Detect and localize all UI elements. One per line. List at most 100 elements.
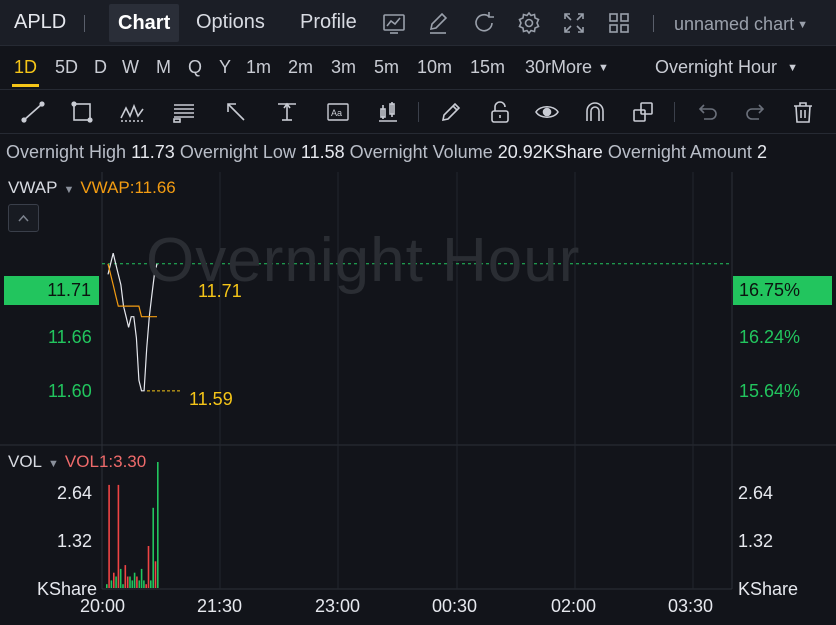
caret-down-icon: ▼ [598,62,609,74]
refresh-icon[interactable] [471,10,497,36]
chevron-up-icon [18,214,29,222]
layout-icon[interactable] [606,10,632,36]
volume-bar [106,584,108,588]
y-axis-percent-label: 15.64% [739,381,801,401]
volume-axis-label: 1.32 [738,531,774,551]
volume-bar [133,572,136,588]
high-label: Overnight High [6,142,127,162]
caret-down-icon: ▼ [787,62,798,74]
caret-down-icon[interactable]: ▼ [63,184,74,196]
fullscreen-icon[interactable] [561,10,587,36]
volume-bar [143,580,145,588]
volume-bar [138,580,141,588]
timeframe-5d[interactable]: 5D [55,57,78,78]
toolbar-divider [674,102,675,122]
timeframe-y[interactable]: Y [219,57,231,78]
caret-down-icon: ▼ [797,19,808,31]
x-axis-label: 23:00 [315,596,361,616]
rectangle-icon[interactable] [69,99,95,125]
volume-bar [124,565,127,588]
current-percent-tag: 16.75% [733,276,832,305]
timeframe-1m[interactable]: 1m [246,57,271,78]
tab-chart[interactable]: Chart [109,4,180,42]
vol-value: VOL1:3.30 [64,452,147,471]
volume-axis-label: 2.64 [57,483,93,503]
more-timeframes-dropdown[interactable]: More ▼ [551,57,609,78]
magnet-icon[interactable] [582,99,608,125]
timeframe-m[interactable]: M [156,57,171,78]
lock-icon[interactable] [487,99,513,125]
settings-icon[interactable] [516,10,542,36]
session-label: Overnight Hour [655,57,778,77]
pattern-icon[interactable] [119,99,145,125]
tab-profile[interactable]: Profile [300,11,357,34]
volume-bar [119,568,122,588]
vwap-value: VWAP:11.66 [80,178,176,197]
vwap-legend[interactable]: VWAP ▼ VWAP:11.66 [8,178,176,198]
x-axis-label: 02:00 [551,596,597,616]
volume-label: Overnight Volume [349,142,493,162]
y-axis-label: 11.60 [48,381,92,401]
fib-icon[interactable] [171,99,197,125]
volume-bar [113,572,115,588]
nav-divider [84,15,85,32]
timeframe-1d[interactable]: 1D [11,57,40,87]
timeframe-15m[interactable]: 15m [470,57,505,78]
timeframe-2m[interactable]: 2m [288,57,313,78]
tab-options[interactable]: Options [196,11,265,34]
measure-icon[interactable] [274,99,300,125]
volume-bar [140,568,143,588]
chart-name-dropdown[interactable]: unnamed chart ▼ [674,14,808,35]
volume-bar [157,462,159,588]
collapse-panel-button[interactable] [8,204,39,232]
indicator-icon[interactable] [375,99,401,125]
redo-icon[interactable] [742,99,768,125]
volume-bar [108,484,110,588]
x-axis-label: 21:30 [197,596,243,616]
pen-icon[interactable] [438,99,464,125]
timeframe-bar: 1D 5D D W M Q Y 1m 2m 3m 5m 10m 15m 30r … [0,46,836,90]
volume-bar [150,580,152,588]
caret-down-icon[interactable]: ▼ [48,458,59,470]
y-axis-percent-label: 16.24% [739,327,801,347]
volume-bar [147,546,150,588]
toolbar-divider [418,102,419,122]
timeframe-5m[interactable]: 5m [374,57,399,78]
undo-icon[interactable] [695,99,721,125]
trendline-icon[interactable] [20,99,46,125]
low-value: 11.58 [300,142,345,162]
nav-divider [653,15,654,32]
current-price-tag: 11.71 [4,276,99,305]
volume-legend[interactable]: VOL ▼ VOL1:3.30 [8,452,146,472]
volume-unit-label: KShare [738,579,799,599]
eye-icon[interactable] [534,99,560,125]
top-nav: APLD Chart Options Profile unnamed chart… [0,0,836,46]
volume-bar [152,507,154,588]
y-axis-label: 11.66 [48,327,92,347]
text-icon[interactable]: Aa [325,99,351,125]
edit-icon[interactable] [425,10,451,36]
layers-icon[interactable] [630,99,656,125]
svg-text:Aa: Aa [331,108,342,118]
timeframe-q[interactable]: Q [188,57,202,78]
chart-type-icon[interactable] [381,10,407,36]
arrow-icon[interactable] [223,99,249,125]
timeframe-w[interactable]: W [122,57,139,78]
volume-bar [117,484,120,588]
volume-value: 20.92KShare [497,142,603,162]
volume-series [106,462,159,588]
session-dropdown[interactable]: Overnight Hour ▼ [655,57,798,78]
volume-bar [110,580,113,588]
timeframe-10m[interactable]: 10m [417,57,452,78]
timeframe-d[interactable]: D [94,57,107,78]
session-low-label: 11.59 [189,389,233,409]
timeframe-30m[interactable]: 30r [525,57,551,78]
low-label: Overnight Low [179,142,296,162]
timeframe-3m[interactable]: 3m [331,57,356,78]
volume-bar [145,584,147,588]
delete-icon[interactable] [790,99,816,125]
volume-bar [122,584,124,588]
x-axis-label: 03:30 [668,596,714,616]
x-axis-label: 20:00 [80,596,126,616]
volume-axis-label: 2.64 [738,483,774,503]
